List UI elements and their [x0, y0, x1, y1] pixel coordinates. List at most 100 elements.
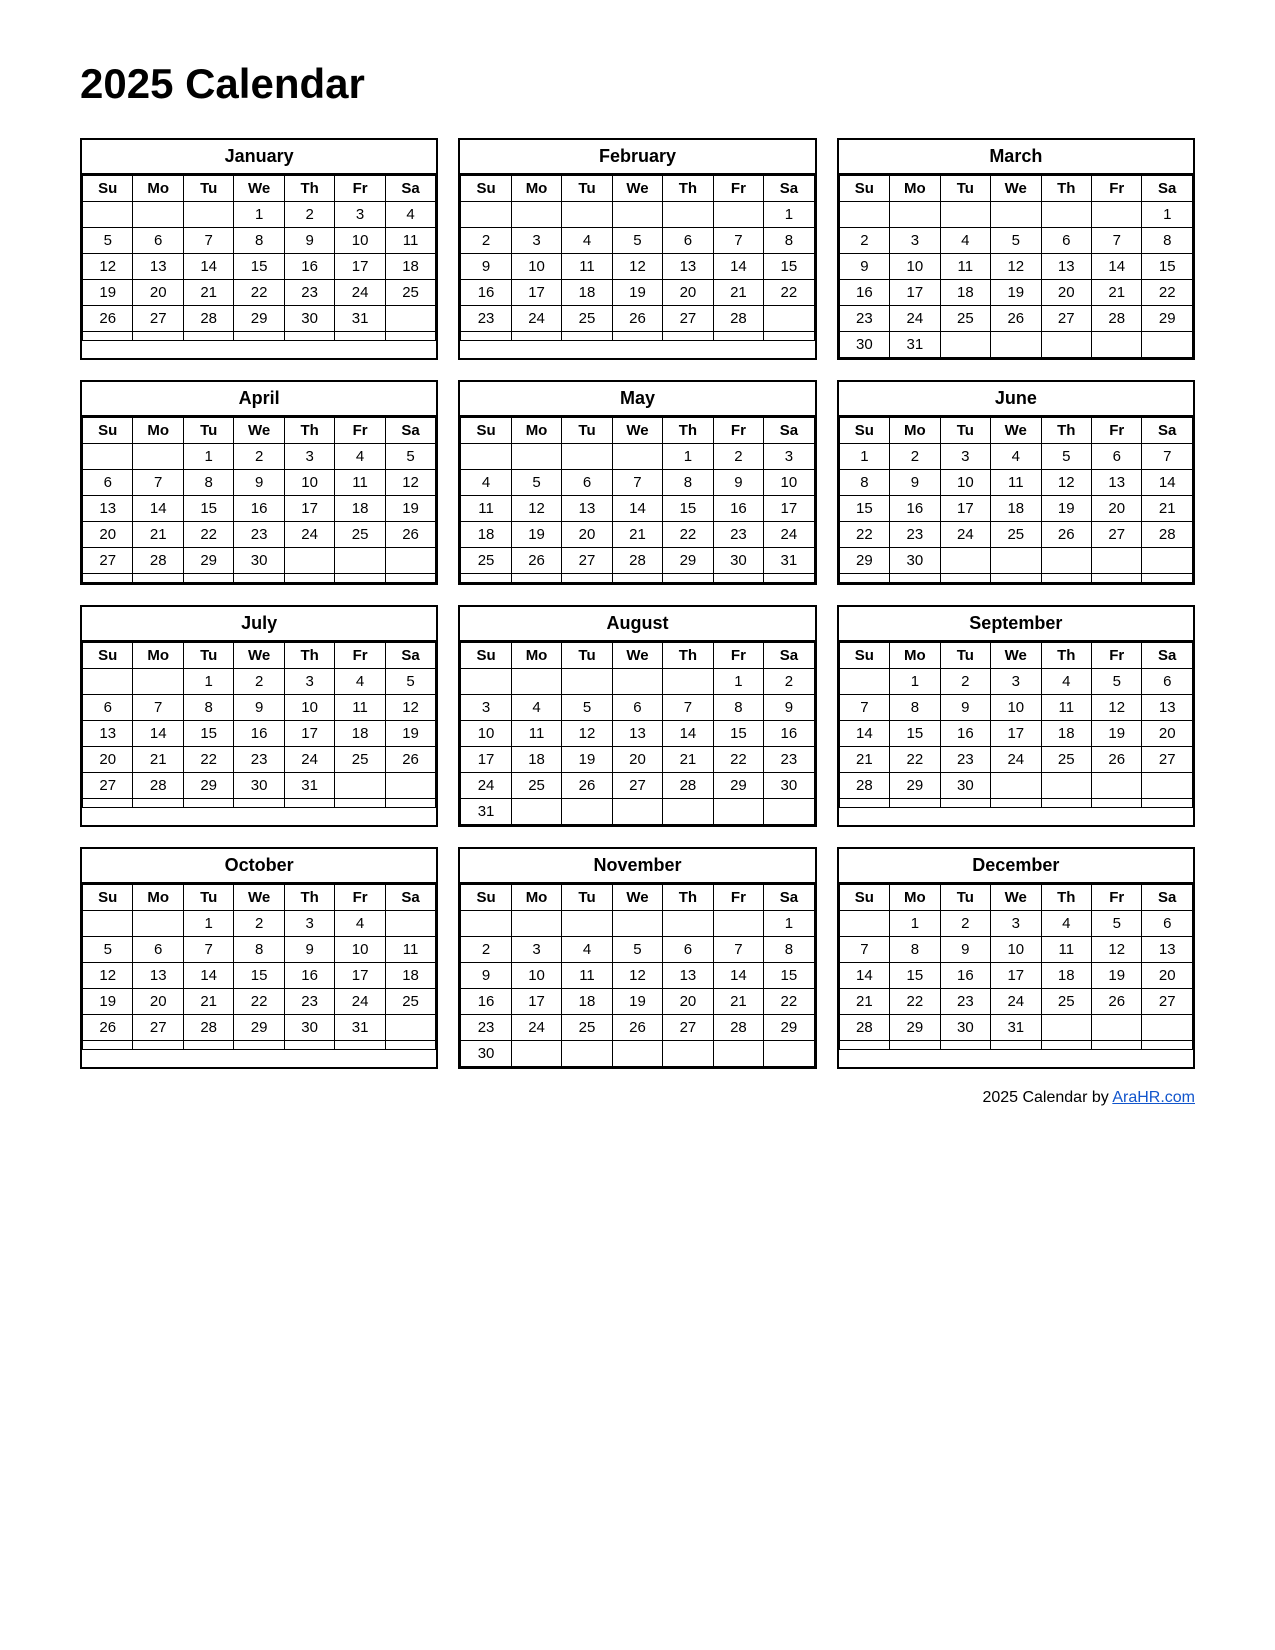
day-cell: 13 [1041, 254, 1091, 280]
month-table-july: SuMoTuWeThFrSa12345678910111213141516171… [82, 642, 436, 808]
day-cell: 23 [284, 989, 334, 1015]
day-cell: 2 [461, 937, 511, 963]
day-cell [991, 574, 1041, 583]
week-row: 13141516171819 [83, 496, 436, 522]
day-cell [663, 669, 713, 695]
day-cell [461, 574, 511, 583]
day-cell: 20 [612, 747, 662, 773]
day-cell: 28 [612, 548, 662, 574]
day-cell: 14 [663, 721, 713, 747]
day-cell: 19 [385, 721, 436, 747]
day-cell: 17 [991, 721, 1041, 747]
day-cell [385, 799, 436, 808]
day-cell: 10 [890, 254, 940, 280]
day-cell: 4 [1041, 669, 1091, 695]
day-cell: 3 [511, 228, 561, 254]
day-cell: 10 [991, 695, 1041, 721]
week-row: 6789101112 [83, 695, 436, 721]
day-header-th: Th [284, 418, 334, 444]
day-cell [335, 332, 385, 341]
week-row [839, 799, 1192, 808]
day-header-tu: Tu [562, 885, 612, 911]
day-cell: 20 [83, 747, 133, 773]
day-cell: 20 [133, 280, 183, 306]
day-cell: 8 [1142, 228, 1193, 254]
day-cell: 27 [612, 773, 662, 799]
day-header-fr: Fr [1092, 643, 1142, 669]
day-cell [713, 799, 763, 825]
week-row: 9101112131415 [839, 254, 1192, 280]
day-cell: 19 [991, 280, 1041, 306]
day-cell: 14 [839, 963, 889, 989]
day-cell: 23 [940, 747, 990, 773]
day-cell [284, 1041, 334, 1050]
day-header-we: We [991, 885, 1041, 911]
day-header-sa: Sa [764, 885, 815, 911]
month-table-september: SuMoTuWeThFrSa12345678910111213141516171… [839, 642, 1193, 808]
day-cell: 5 [991, 228, 1041, 254]
day-cell: 24 [764, 522, 815, 548]
day-cell: 25 [940, 306, 990, 332]
footer-link[interactable]: AraHR.com [1112, 1089, 1195, 1106]
week-row: 14151617181920 [839, 963, 1192, 989]
day-cell: 26 [562, 773, 612, 799]
week-row [83, 1041, 436, 1050]
day-cell: 26 [1041, 522, 1091, 548]
week-row: 30 [461, 1041, 814, 1067]
day-cell: 3 [284, 669, 334, 695]
day-cell: 26 [612, 306, 662, 332]
day-header-mo: Mo [511, 885, 561, 911]
day-cell: 19 [83, 989, 133, 1015]
day-cell: 2 [764, 669, 815, 695]
day-cell: 11 [991, 470, 1041, 496]
day-cell: 14 [713, 254, 763, 280]
day-cell: 29 [183, 773, 233, 799]
day-cell: 18 [385, 963, 436, 989]
week-row: 9101112131415 [461, 254, 814, 280]
day-header-tu: Tu [940, 885, 990, 911]
day-cell: 9 [234, 470, 284, 496]
day-header-sa: Sa [764, 643, 815, 669]
day-cell [133, 799, 183, 808]
day-cell: 28 [1142, 522, 1193, 548]
day-cell [461, 669, 511, 695]
day-cell: 7 [133, 470, 183, 496]
day-cell: 14 [713, 963, 763, 989]
day-cell: 11 [385, 228, 436, 254]
day-cell: 4 [1041, 911, 1091, 937]
week-row: 31 [461, 799, 814, 825]
month-august: AugustSuMoTuWeThFrSa12345678910111213141… [458, 605, 816, 827]
week-row: 2345678 [839, 228, 1192, 254]
day-cell: 24 [890, 306, 940, 332]
day-cell: 17 [461, 747, 511, 773]
day-cell: 29 [234, 306, 284, 332]
day-cell: 16 [940, 721, 990, 747]
day-cell: 12 [83, 254, 133, 280]
day-header-su: Su [461, 418, 511, 444]
day-cell [133, 669, 183, 695]
month-table-february: SuMoTuWeThFrSa12345678910111213141516171… [460, 175, 814, 341]
day-cell: 11 [461, 496, 511, 522]
day-cell: 2 [234, 669, 284, 695]
day-cell: 6 [83, 470, 133, 496]
day-cell: 27 [133, 306, 183, 332]
day-cell [713, 332, 763, 341]
day-header-we: We [234, 643, 284, 669]
day-cell [940, 548, 990, 574]
day-cell: 11 [940, 254, 990, 280]
day-cell: 15 [890, 963, 940, 989]
week-row: 9101112131415 [461, 963, 814, 989]
day-cell: 22 [183, 522, 233, 548]
day-cell: 28 [183, 306, 233, 332]
calendar-grid: JanuarySuMoTuWeThFrSa1234567891011121314… [80, 138, 1195, 1069]
day-cell: 19 [562, 747, 612, 773]
day-cell [234, 1041, 284, 1050]
day-cell: 29 [713, 773, 763, 799]
week-row: 20212223242526 [83, 747, 436, 773]
day-cell: 7 [612, 470, 662, 496]
day-header-mo: Mo [133, 418, 183, 444]
day-cell [183, 332, 233, 341]
day-cell: 12 [612, 254, 662, 280]
month-table-june: SuMoTuWeThFrSa12345678910111213141516171… [839, 417, 1193, 583]
day-cell [562, 799, 612, 825]
